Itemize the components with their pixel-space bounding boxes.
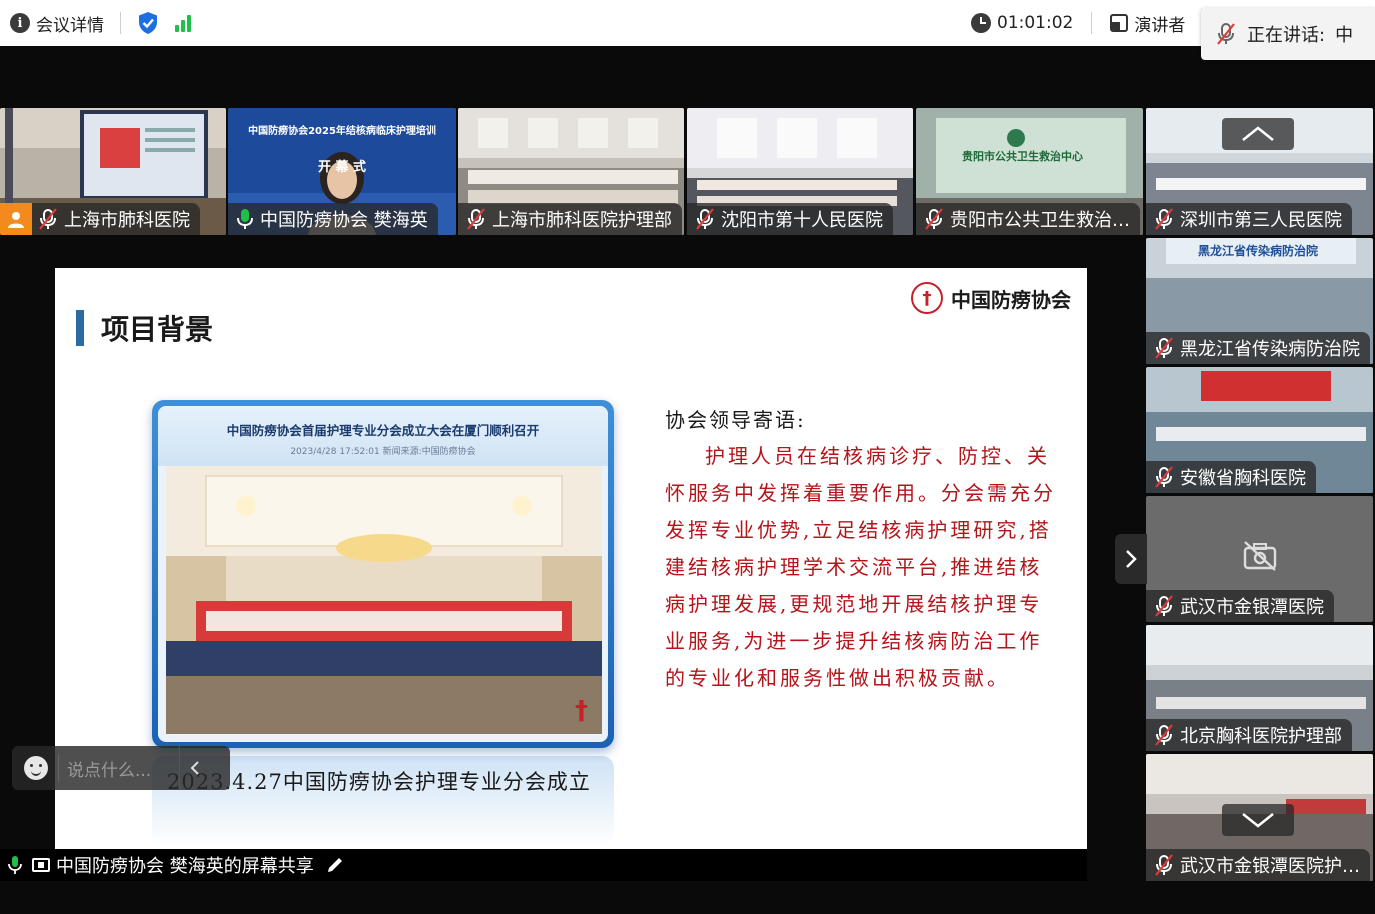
- mic-muted-icon: [1155, 208, 1173, 230]
- layout-icon: [1110, 14, 1129, 32]
- brand-name: 中国防痨协会: [951, 287, 1071, 312]
- divider: [1091, 12, 1093, 34]
- video-tile[interactable]: 沈阳市第十人民医院: [687, 108, 913, 235]
- participant-label: 黑龙江省传染病防治院: [1146, 332, 1370, 364]
- participant-name: 深圳市第三人民医院: [1180, 210, 1342, 231]
- presenter-view-label: 演讲者: [1134, 15, 1186, 36]
- video-tile[interactable]: 北京胸科医院护理部: [1146, 625, 1373, 751]
- now-speaking-label: 正在讲话:: [1247, 25, 1326, 46]
- chevron-down-icon: [1242, 813, 1274, 828]
- clock-icon: [971, 13, 991, 33]
- chevron-right-icon: [1126, 550, 1137, 568]
- mic-muted-icon: [467, 208, 485, 230]
- video-tile[interactable]: 安徽省胸科医院: [1146, 367, 1373, 493]
- participant-name: 上海市肺科医院护理部: [492, 210, 672, 231]
- quote-heading: 协会领导寄语:: [665, 408, 806, 432]
- video-tile-camera-off[interactable]: 武汉市金银潭医院: [1146, 496, 1373, 622]
- tile-banner-subtitle: 开 幕 式: [317, 160, 367, 175]
- mic-active-icon: [8, 856, 22, 874]
- presenter-view-button[interactable]: 演讲者: [1110, 11, 1185, 36]
- mic-muted-icon: [1155, 337, 1173, 359]
- tile-wall-sign: 贵阳市公共卫生救治中心: [962, 150, 1083, 163]
- scroll-down-button[interactable]: [1222, 804, 1294, 836]
- mic-muted-icon: [39, 208, 57, 230]
- now-speaking-name: 中: [1335, 25, 1354, 46]
- photo-header: 中国防痨协会首届护理专业分会成立大会在厦门顺利召开 2023/4/28 17:5…: [158, 406, 608, 466]
- participant-label: 上海市肺科医院护理部: [458, 203, 682, 235]
- participant-label: 北京胸科医院护理部: [1146, 719, 1352, 751]
- quote-body: 护理人员在结核病诊疗、防控、关怀服务中发挥着重要作用。分会需充分发挥专业优势,立…: [665, 444, 1056, 690]
- video-tile[interactable]: 上海市肺科医院: [0, 108, 226, 235]
- participant-label: 武汉市金银潭医院: [1146, 590, 1334, 622]
- participant-name: 安徽省胸科医院: [1180, 468, 1306, 489]
- participant-label: 中国防痨协会 樊海英: [228, 203, 438, 235]
- info-icon: i: [10, 13, 30, 33]
- top-bar: i 会议详情 01:01:02 演讲者: [0, 0, 1375, 46]
- tile-banner-title: 中国防痨协会2025年结核病临床护理培训: [248, 126, 436, 137]
- conference-hall-image: [166, 466, 602, 734]
- event-photo: 中国防痨协会首届护理专业分会成立大会在厦门顺利召开 2023/4/28 17:5…: [152, 400, 614, 748]
- participant-name: 贵阳市公共卫生救治…: [950, 210, 1130, 231]
- participant-name: 武汉市金银潭医院: [1180, 597, 1324, 618]
- meeting-timer: 01:01:02: [971, 13, 1073, 33]
- video-tile-active-speaker[interactable]: 中国防痨协会2025年结核病临床护理培训 开 幕 式 中国防痨协会 樊海英: [228, 108, 456, 235]
- emoji-icon[interactable]: [24, 756, 48, 780]
- tile-wall-sign: 黑龙江省传染病防治院: [1198, 244, 1319, 258]
- participant-label: 沈阳市第十人民医院: [687, 203, 893, 235]
- mic-active-icon: [237, 209, 253, 229]
- participant-name: 北京胸科医院护理部: [1180, 726, 1342, 747]
- timer-value: 01:01:02: [997, 13, 1074, 33]
- participant-label: 上海市肺科医院: [0, 203, 200, 235]
- now-speaking-panel: 正在讲话: 中: [1201, 8, 1375, 60]
- mic-muted-icon: [925, 208, 943, 230]
- chevron-left-icon: [190, 761, 199, 775]
- scroll-up-button[interactable]: [1222, 118, 1294, 150]
- collapse-chat-button[interactable]: [179, 746, 209, 790]
- mic-muted-icon: [1217, 23, 1235, 45]
- photo-caption: 2023.4.27中国防痨协会护理专业分会成立: [167, 770, 591, 794]
- participant-name: 中国防痨协会 樊海英: [260, 210, 428, 231]
- slide-title: 项目背景: [101, 313, 214, 346]
- pen-annotate-icon[interactable]: [326, 856, 344, 874]
- mic-muted-icon: [1155, 724, 1173, 746]
- participant-name: 上海市肺科医院: [64, 210, 190, 231]
- participant-label: 安徽省胸科医院: [1146, 461, 1316, 493]
- screen-share-icon: [32, 858, 50, 872]
- mic-muted-icon: [1155, 854, 1173, 876]
- participant-label: 武汉市金银潭医院护…: [1146, 849, 1370, 881]
- organization-brand: † 中国防痨协会: [911, 282, 1071, 314]
- participant-label: 深圳市第三人民医院: [1146, 203, 1352, 235]
- mic-muted-icon: [696, 208, 714, 230]
- mic-muted-icon: [1155, 466, 1173, 488]
- video-tile[interactable]: 上海市肺科医院护理部: [458, 108, 684, 235]
- chevron-up-icon: [1242, 126, 1274, 141]
- participant-label: 贵阳市公共卫生救治…: [916, 203, 1140, 235]
- photo-title: 中国防痨协会首届护理专业分会成立大会在厦门顺利召开: [226, 423, 540, 438]
- video-tile[interactable]: 贵阳市公共卫生救治中心 贵阳市公共卫生救治…: [916, 108, 1143, 235]
- mic-muted-icon: [1155, 595, 1173, 617]
- logo-mark-icon: †: [575, 696, 588, 726]
- divider: [58, 755, 59, 781]
- divider: [120, 12, 121, 34]
- screen-share-bar: 中国防痨协会 樊海英的屏幕共享: [0, 849, 1087, 881]
- meeting-details-button[interactable]: i 会议详情: [10, 11, 104, 36]
- organization-logo-icon: †: [911, 282, 943, 314]
- chat-input[interactable]: 说点什么...: [67, 756, 179, 781]
- participant-name: 黑龙江省传染病防治院: [1180, 339, 1360, 360]
- meeting-window: i 会议详情 01:01:02 演讲者 正在讲话: 中 上海市肺科医院 中国防痨…: [0, 0, 1375, 914]
- shield-icon[interactable]: [137, 11, 159, 35]
- camera-off-icon: [1243, 541, 1277, 571]
- meeting-details-label: 会议详情: [36, 15, 104, 36]
- participant-name: 沈阳市第十人民医院: [721, 210, 883, 231]
- participant-name: 武汉市金银潭医院护…: [1180, 856, 1360, 877]
- user-icon: [0, 203, 32, 235]
- video-tile[interactable]: 黑龙江省传染病防治院 黑龙江省传染病防治院: [1146, 238, 1373, 364]
- next-page-button[interactable]: [1115, 534, 1147, 584]
- photo-subtitle: 2023/4/28 17:52:01 新闻来源:中国防痨协会: [290, 447, 476, 457]
- chat-input-bar[interactable]: 说点什么...: [12, 746, 230, 790]
- share-label: 中国防痨协会 樊海英的屏幕共享: [56, 856, 314, 877]
- network-signal-icon[interactable]: [175, 14, 191, 32]
- title-accent-bar: [76, 310, 84, 346]
